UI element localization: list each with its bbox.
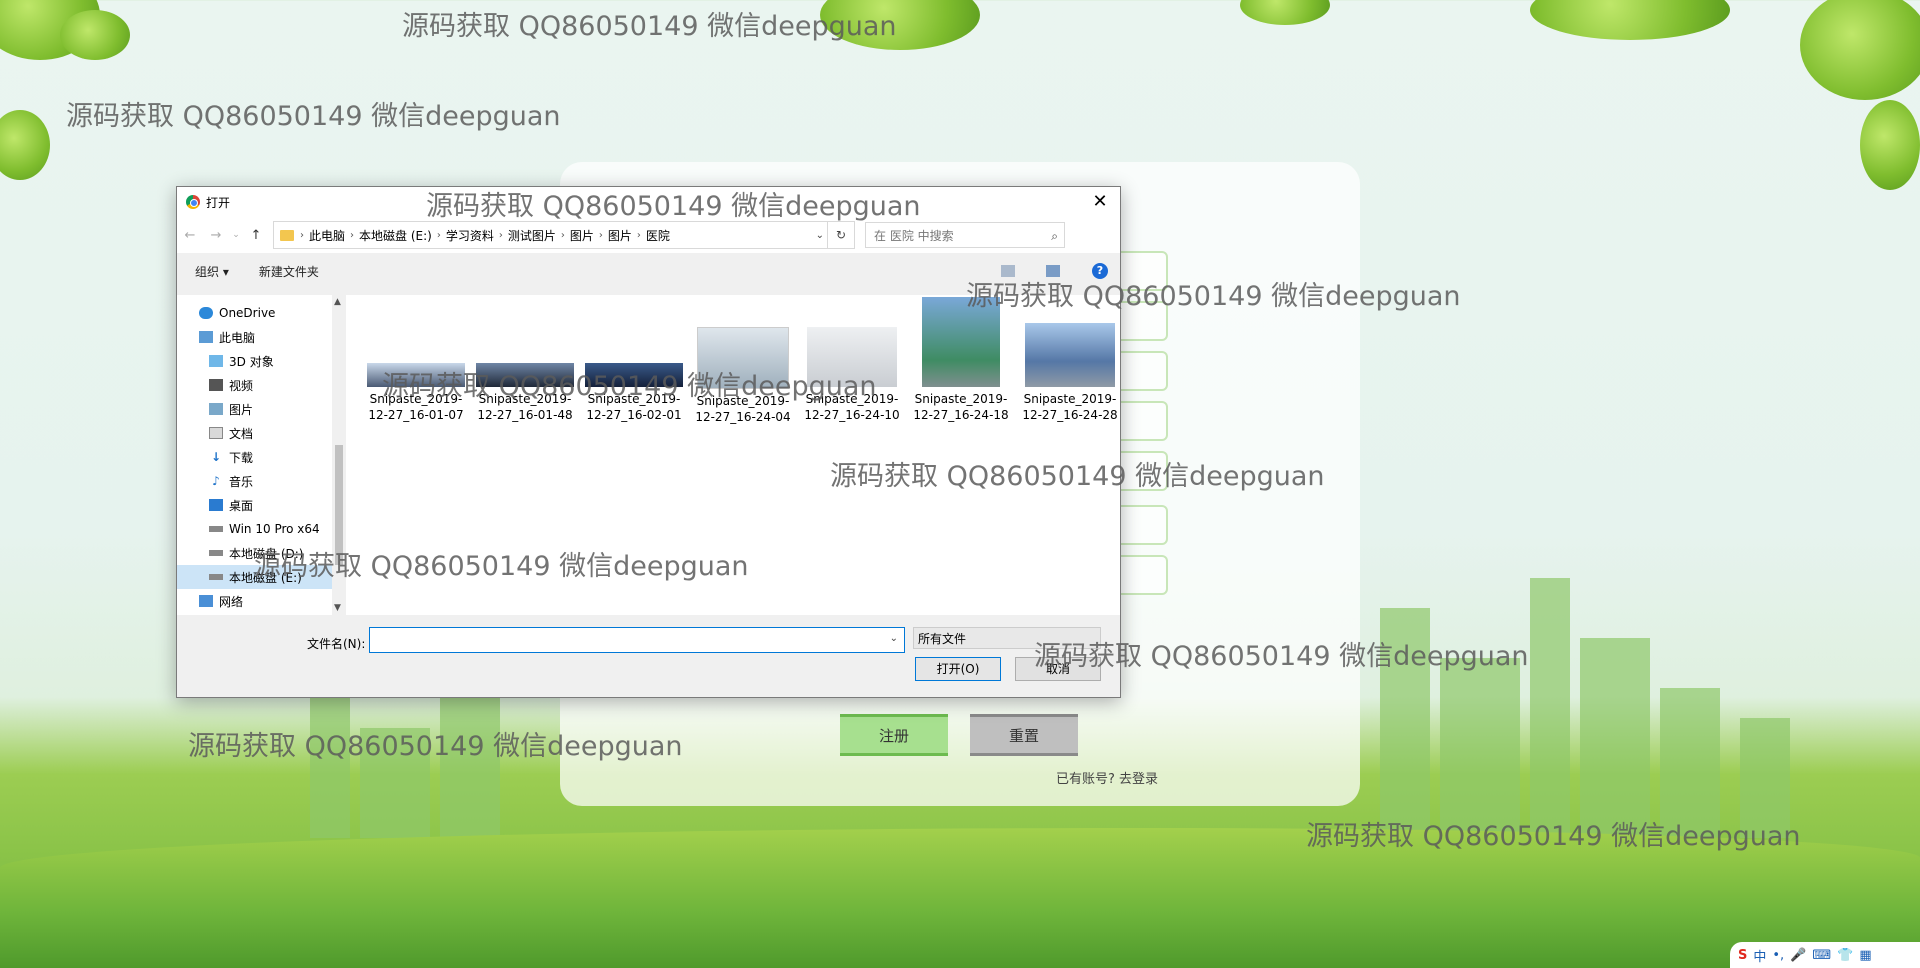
music-icon: ♪ bbox=[212, 474, 220, 488]
skin-icon[interactable]: 👕 bbox=[1837, 948, 1853, 963]
reset-button[interactable]: 重置 bbox=[970, 714, 1078, 756]
filename-dropdown-icon[interactable]: ⌄ bbox=[890, 633, 898, 644]
watermark-text: 源码获取 QQ86050149 微信deepguan bbox=[1306, 821, 1801, 852]
scroll-down-icon[interactable]: ▼ bbox=[334, 603, 341, 613]
filename-label: 文件名(N): bbox=[307, 637, 366, 651]
nav-item-3d-objects[interactable]: 3D 对象 bbox=[177, 349, 332, 373]
nav-item-this-pc[interactable]: 此电脑 bbox=[177, 325, 332, 349]
toolbox-icon[interactable]: ▦ bbox=[1859, 948, 1871, 963]
nav-item-music[interactable]: ♪ 音乐 bbox=[177, 469, 332, 493]
watermark-text: 源码获取 QQ86050149 微信deepguan bbox=[1034, 641, 1529, 672]
folder-icon bbox=[280, 229, 294, 241]
desktop-icon bbox=[209, 499, 223, 511]
search-input[interactable]: 在 医院 中搜索 ⌕ bbox=[865, 222, 1065, 248]
nav-item-documents[interactable]: 文档 bbox=[177, 421, 332, 445]
drive-icon bbox=[209, 574, 223, 580]
organize-button[interactable]: 组织 ▾ bbox=[195, 263, 229, 280]
file-item[interactable]: Snipaste_2019- 12-27_16-24-28 bbox=[1018, 315, 1122, 423]
watermark-text: 源码获取 QQ86050149 微信deepguan bbox=[66, 101, 561, 132]
up-icon[interactable]: ↑ bbox=[243, 228, 269, 243]
forward-icon[interactable]: → bbox=[203, 228, 229, 243]
back-icon[interactable]: ← bbox=[177, 228, 203, 243]
drive-icon bbox=[209, 550, 223, 556]
breadcrumb-item[interactable]: 测试图片 bbox=[508, 227, 556, 244]
nav-item-desktop[interactable]: 桌面 bbox=[177, 493, 332, 517]
computer-icon bbox=[199, 331, 213, 343]
cube-icon bbox=[209, 355, 223, 367]
breadcrumb-item[interactable]: 本地磁盘 (E:) bbox=[359, 227, 432, 244]
nav-item-videos[interactable]: 视频 bbox=[177, 373, 332, 397]
chrome-icon bbox=[186, 195, 200, 209]
drive-icon bbox=[209, 526, 223, 532]
picture-icon bbox=[209, 403, 223, 415]
watermark-text: 源码获取 QQ86050149 微信deepguan bbox=[830, 461, 1325, 492]
close-icon[interactable]: ✕ bbox=[1080, 187, 1120, 217]
register-button[interactable]: 注册 bbox=[840, 714, 948, 756]
nav-item-drive-c[interactable]: Win 10 Pro x64 bbox=[177, 517, 332, 541]
new-folder-button[interactable]: 新建文件夹 bbox=[259, 263, 319, 280]
login-link[interactable]: 去登录 bbox=[1119, 772, 1158, 787]
breadcrumb-item[interactable]: 学习资料 bbox=[446, 227, 494, 244]
watermark-text: 源码获取 QQ86050149 微信deepguan bbox=[402, 11, 897, 42]
nav-item-pictures[interactable]: 图片 bbox=[177, 397, 332, 421]
file-item[interactable]: Snipaste_2019- 12-27_16-24-18 bbox=[909, 297, 1013, 423]
address-bar[interactable]: › 此电脑 › 本地磁盘 (E:) › 学习资料 › 测试图片 › 图片 › 图… bbox=[273, 221, 855, 249]
watermark-text: 源码获取 QQ86050149 微信deepguan bbox=[254, 551, 749, 582]
keyboard-icon[interactable]: ⌨ bbox=[1812, 948, 1831, 963]
watermark-text: 源码获取 QQ86050149 微信deepguan bbox=[382, 371, 877, 402]
document-icon bbox=[209, 427, 223, 439]
filename-input[interactable]: ⌄ bbox=[369, 627, 905, 653]
sogou-icon[interactable]: S bbox=[1738, 948, 1747, 963]
image-thumbnail bbox=[1025, 323, 1115, 387]
refresh-icon[interactable]: ↻ bbox=[827, 222, 854, 248]
watermark-text: 源码获取 QQ86050149 微信deepguan bbox=[188, 731, 683, 762]
address-dropdown-icon[interactable]: ⌄ bbox=[816, 230, 824, 241]
ime-tray: S 中 •, 🎤 ⌨ 👕 ▦ bbox=[1730, 942, 1920, 968]
breadcrumb-item[interactable]: 此电脑 bbox=[309, 227, 345, 244]
network-icon bbox=[199, 595, 213, 607]
nav-item-downloads[interactable]: ↓ 下载 bbox=[177, 445, 332, 469]
open-button[interactable]: 打开(O) bbox=[915, 657, 1001, 681]
watermark-text: 源码获取 QQ86050149 微信deepguan bbox=[426, 191, 921, 222]
file-open-dialog: 打开 ✕ ← → ⌄ ↑ › 此电脑 › 本地磁盘 (E:) › 学习资料 › … bbox=[176, 186, 1121, 698]
login-prompt-text: 已有账号? bbox=[1056, 772, 1115, 787]
video-icon bbox=[209, 379, 223, 391]
breadcrumb-item[interactable]: 图片 bbox=[608, 227, 632, 244]
breadcrumb-item[interactable]: 图片 bbox=[570, 227, 594, 244]
download-icon: ↓ bbox=[210, 450, 222, 464]
punctuation-icon[interactable]: •, bbox=[1772, 948, 1784, 963]
dialog-title: 打开 bbox=[206, 195, 231, 210]
dialog-footer: 文件名(N): ⌄ 所有文件 打开(O) 取消 bbox=[177, 615, 1120, 697]
cloud-icon bbox=[199, 307, 213, 319]
search-icon: ⌕ bbox=[1051, 229, 1058, 243]
scroll-up-icon[interactable]: ▲ bbox=[334, 297, 341, 307]
microphone-icon[interactable]: 🎤 bbox=[1790, 948, 1806, 963]
recent-dropdown-icon[interactable]: ⌄ bbox=[229, 230, 243, 240]
nav-item-onedrive[interactable]: OneDrive bbox=[177, 301, 332, 325]
ime-mode[interactable]: 中 bbox=[1753, 946, 1766, 965]
login-prompt: 已有账号? 去登录 bbox=[1056, 768, 1158, 787]
nav-item-network[interactable]: 网络 bbox=[177, 589, 332, 613]
watermark-text: 源码获取 QQ86050149 微信deepguan bbox=[966, 281, 1461, 312]
search-placeholder: 在 医院 中搜索 bbox=[874, 229, 954, 243]
breadcrumb-item[interactable]: 医院 bbox=[646, 227, 670, 244]
